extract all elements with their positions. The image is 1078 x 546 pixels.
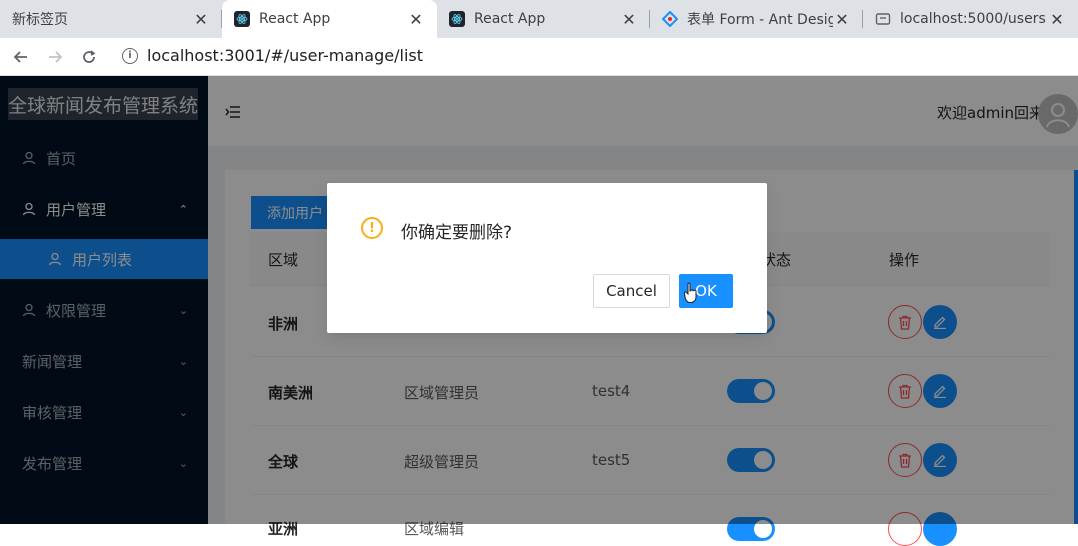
reload-icon[interactable]: [72, 40, 106, 74]
browser-tab-localhost-users[interactable]: localhost:5000/users ✕: [863, 0, 1078, 38]
globe-icon: [875, 11, 891, 27]
browser-tab-react-app[interactable]: React App ✕: [437, 0, 650, 38]
browser-tab-new[interactable]: 新标签页 ✕: [0, 0, 222, 38]
hand-cursor-icon: [684, 282, 697, 303]
tab-title: React App: [474, 11, 546, 27]
browser-tab-strip: 新标签页 ✕ React App ✕ React App ✕ 表单 Form -…: [0, 0, 1078, 38]
close-icon[interactable]: ✕: [833, 10, 851, 29]
close-icon[interactable]: ✕: [407, 10, 425, 29]
tab-title: React App: [259, 11, 331, 27]
confirm-dialog: ! 你确定要删除? Cancel OK: [327, 183, 767, 333]
tab-title: localhost:5000/users: [900, 11, 1046, 27]
back-arrow-icon[interactable]: [4, 40, 38, 74]
tab-title: 新标签页: [12, 12, 68, 28]
exclamation-circle-icon: !: [361, 217, 383, 239]
react-icon: [234, 11, 250, 27]
url-field[interactable]: i localhost:3001/#/user-manage/list: [122, 46, 423, 65]
browser-tab-react-app-active[interactable]: React App ✕: [222, 0, 437, 38]
forward-arrow-icon[interactable]: [38, 40, 72, 74]
react-icon: [449, 11, 465, 27]
tab-title: 表单 Form - Ant Design: [687, 12, 833, 28]
address-bar: i localhost:3001/#/user-manage/list: [0, 38, 1078, 76]
close-icon[interactable]: ✕: [192, 10, 210, 29]
close-icon[interactable]: ✕: [620, 10, 638, 29]
url-text: localhost:3001/#/user-manage/list: [147, 46, 423, 65]
dialog-title: 你确定要删除?: [401, 223, 513, 243]
ant-design-icon: [662, 11, 678, 27]
browser-tab-ant-design[interactable]: 表单 Form - Ant Design ✕: [650, 0, 863, 38]
site-info-icon[interactable]: i: [122, 47, 138, 64]
close-icon[interactable]: ✕: [1048, 10, 1066, 29]
cancel-button[interactable]: Cancel: [593, 274, 670, 308]
